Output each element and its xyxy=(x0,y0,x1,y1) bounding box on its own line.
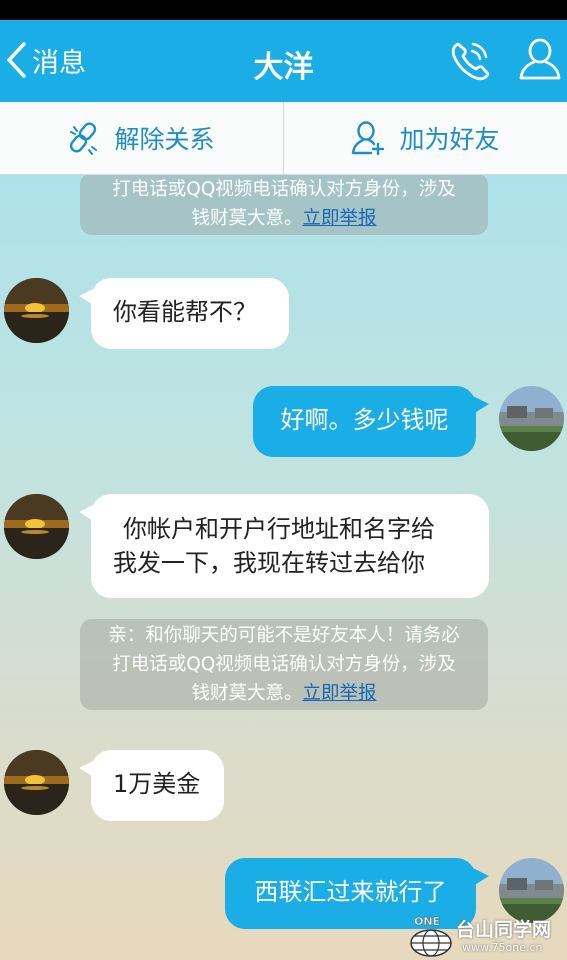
message-text: 1万美金 xyxy=(113,770,201,798)
harbor-avatar-image xyxy=(499,386,564,451)
security-notice: 打电话或QQ视频电话确认对方身份，涉及 钱财莫大意。立即举报 xyxy=(80,175,488,235)
contact-avatar[interactable] xyxy=(4,278,69,343)
message-bubble[interactable]: 1万美金 xyxy=(79,750,224,821)
sunset-avatar-image xyxy=(4,494,69,559)
watermark-badge: ONE xyxy=(414,915,440,928)
sunset-avatar-image xyxy=(4,278,69,343)
broken-link-icon xyxy=(70,122,98,155)
notice-line: 亲：和你聊天的可能不是好友本人！请务必 xyxy=(108,625,460,646)
add-friend-button[interactable]: 加为好友 xyxy=(283,102,567,174)
message-bubble[interactable]: 你帐户和开户行地址和名字给 我发一下，我现在转过去给你 xyxy=(79,494,489,598)
relation-action-bar: 解除关系 加为好友 xyxy=(0,102,567,175)
notice-line: 打电话或QQ视频电话确认对方身份，涉及 xyxy=(112,654,456,675)
add-friend-icon xyxy=(352,121,385,156)
phone-button[interactable] xyxy=(446,38,498,86)
phone-icon xyxy=(451,42,490,81)
chat-area[interactable]: 打电话或QQ视频电话确认对方身份，涉及 钱财莫大意。立即举报 你看能帮不？ 好啊… xyxy=(0,175,567,960)
add-friend-label: 加为好友 xyxy=(399,125,500,154)
security-notice: 亲：和你聊天的可能不是好友本人！请务必 打电话或QQ视频电话确认对方身份，涉及 … xyxy=(80,619,488,710)
message-bubble[interactable]: 好啊。多少钱呢 xyxy=(253,386,489,457)
sunset-avatar-image xyxy=(4,750,69,815)
message-text: 你看能帮不？ xyxy=(113,298,257,326)
notice-line: 钱财莫大意。立即举报 xyxy=(92,679,476,708)
title-bar: 消息 大洋 xyxy=(0,20,567,102)
report-link[interactable]: 立即举报 xyxy=(303,683,377,704)
unlink-button[interactable]: 解除关系 xyxy=(0,102,283,174)
watermark-site-name: 台山同学网 xyxy=(456,919,552,941)
message-line: 你帐户和开户行地址和名字给 xyxy=(123,515,435,543)
unlink-label: 解除关系 xyxy=(114,125,215,154)
contact-avatar[interactable] xyxy=(4,494,69,559)
notice-line: 打电话或QQ视频电话确认对方身份，涉及 xyxy=(112,179,456,200)
notice-tail: 钱财莫大意。 xyxy=(191,208,303,229)
report-link[interactable]: 立即举报 xyxy=(303,208,377,229)
message-line: 我发一下，我现在转过去给你 xyxy=(113,549,425,577)
profile-button[interactable] xyxy=(518,36,566,86)
status-bar xyxy=(0,0,567,20)
notice-tail: 钱财莫大意。 xyxy=(191,683,303,704)
contact-avatar[interactable] xyxy=(4,750,69,815)
message-text: 好啊。多少钱呢 xyxy=(280,406,449,434)
site-watermark: ONE 台山同学网 www.75one.cn xyxy=(406,913,567,960)
message-text: 西联汇过来就行了 xyxy=(254,878,447,906)
globe-logo-icon: ONE xyxy=(410,915,452,957)
profile-icon xyxy=(519,38,561,80)
watermark-url: www.75one.cn xyxy=(462,941,543,954)
notice-line: 钱财莫大意。立即举报 xyxy=(92,204,476,233)
message-bubble[interactable]: 你看能帮不？ xyxy=(79,278,289,349)
my-avatar[interactable] xyxy=(499,386,564,451)
